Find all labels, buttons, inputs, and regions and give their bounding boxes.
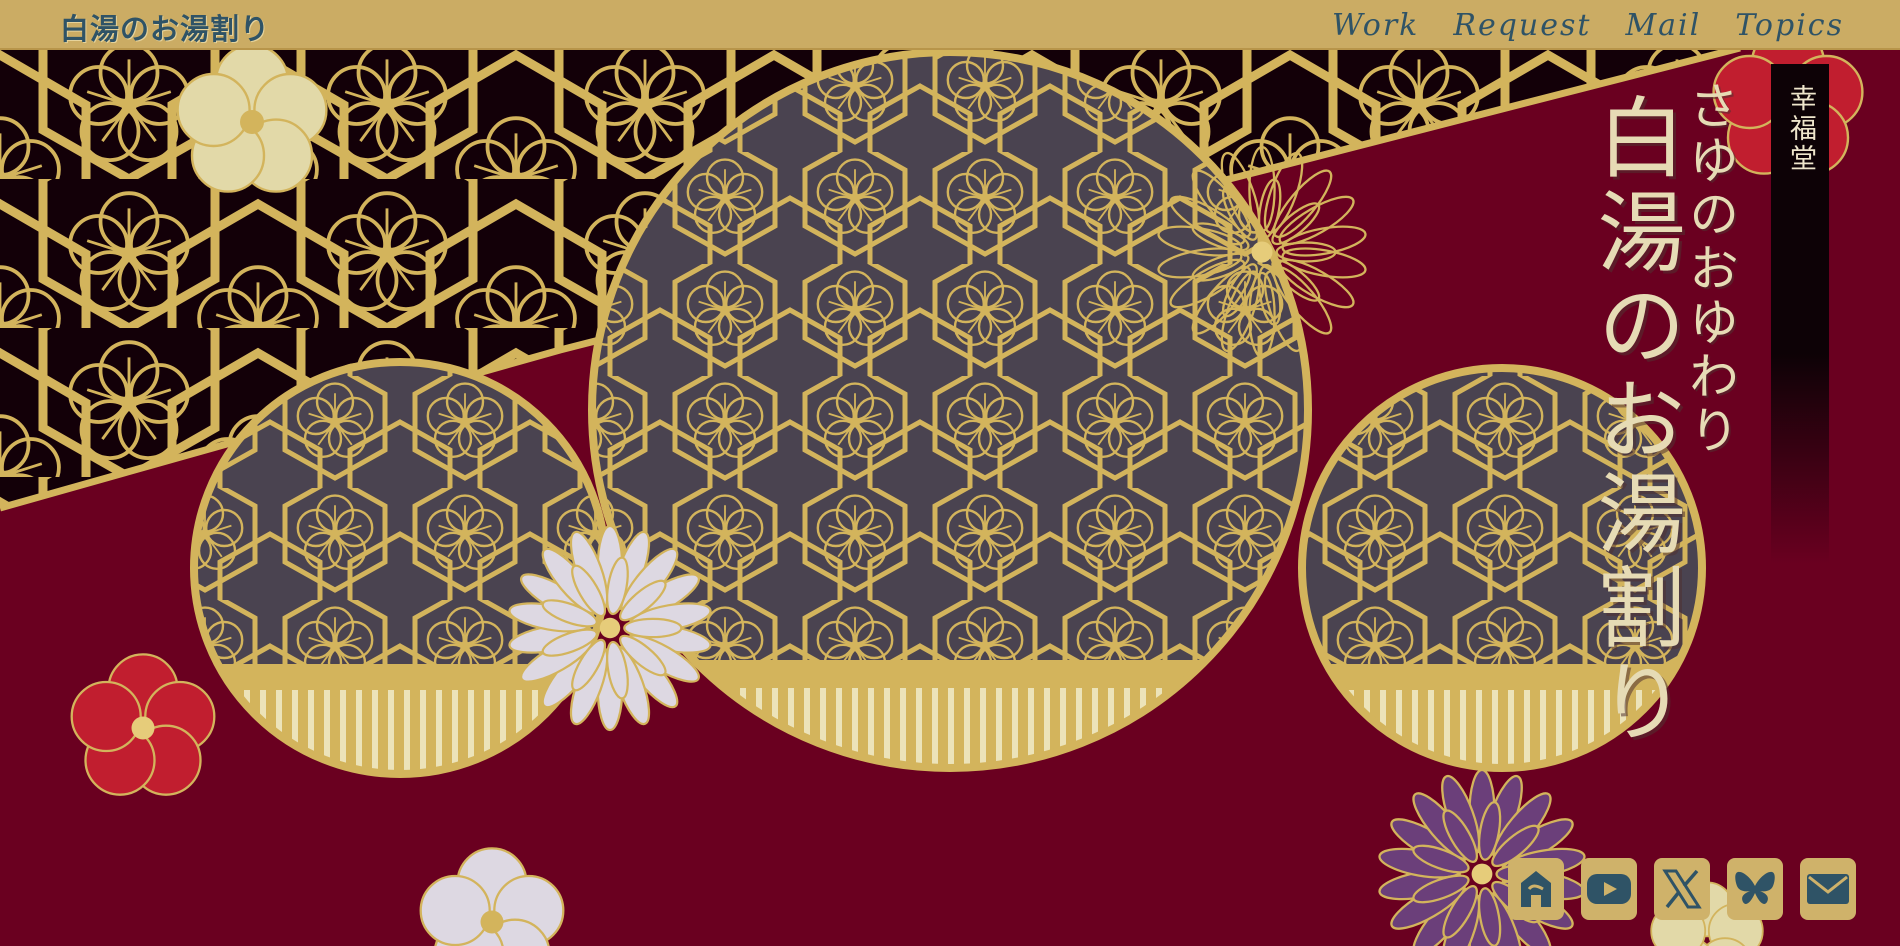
- home-icon: [1521, 871, 1551, 907]
- hero-title: 白湯のお湯割り: [1583, 92, 1686, 750]
- nav-request-link[interactable]: Request: [1453, 8, 1591, 43]
- x-icon: [1662, 869, 1702, 909]
- bluesky-icon: [1735, 871, 1775, 904]
- nav-work-link[interactable]: Work: [1332, 8, 1419, 43]
- site-logo[interactable]: 白湯のお湯割り: [60, 6, 270, 48]
- x-button[interactable]: [1654, 858, 1710, 920]
- shop-banner: 幸福堂: [1771, 64, 1829, 564]
- nav-topics-link[interactable]: Topics: [1735, 8, 1844, 43]
- shop-banner-text: 幸福堂: [1785, 84, 1816, 174]
- home-button[interactable]: [1508, 858, 1564, 920]
- social-links: [1508, 858, 1856, 920]
- nav-mail-link[interactable]: Mail: [1625, 8, 1701, 43]
- main-nav: Work Request Mail Topics: [1332, 8, 1844, 43]
- youtube-button[interactable]: [1581, 858, 1637, 920]
- mail-button[interactable]: [1800, 858, 1856, 920]
- bluesky-button[interactable]: [1727, 858, 1783, 920]
- youtube-icon: [1587, 874, 1631, 904]
- top-navigation-bar: 白湯のお湯割り Work Request Mail Topics: [0, 0, 1900, 50]
- hero-subtitle: さゆのおゆわり: [1681, 80, 1739, 458]
- mail-icon: [1807, 874, 1849, 904]
